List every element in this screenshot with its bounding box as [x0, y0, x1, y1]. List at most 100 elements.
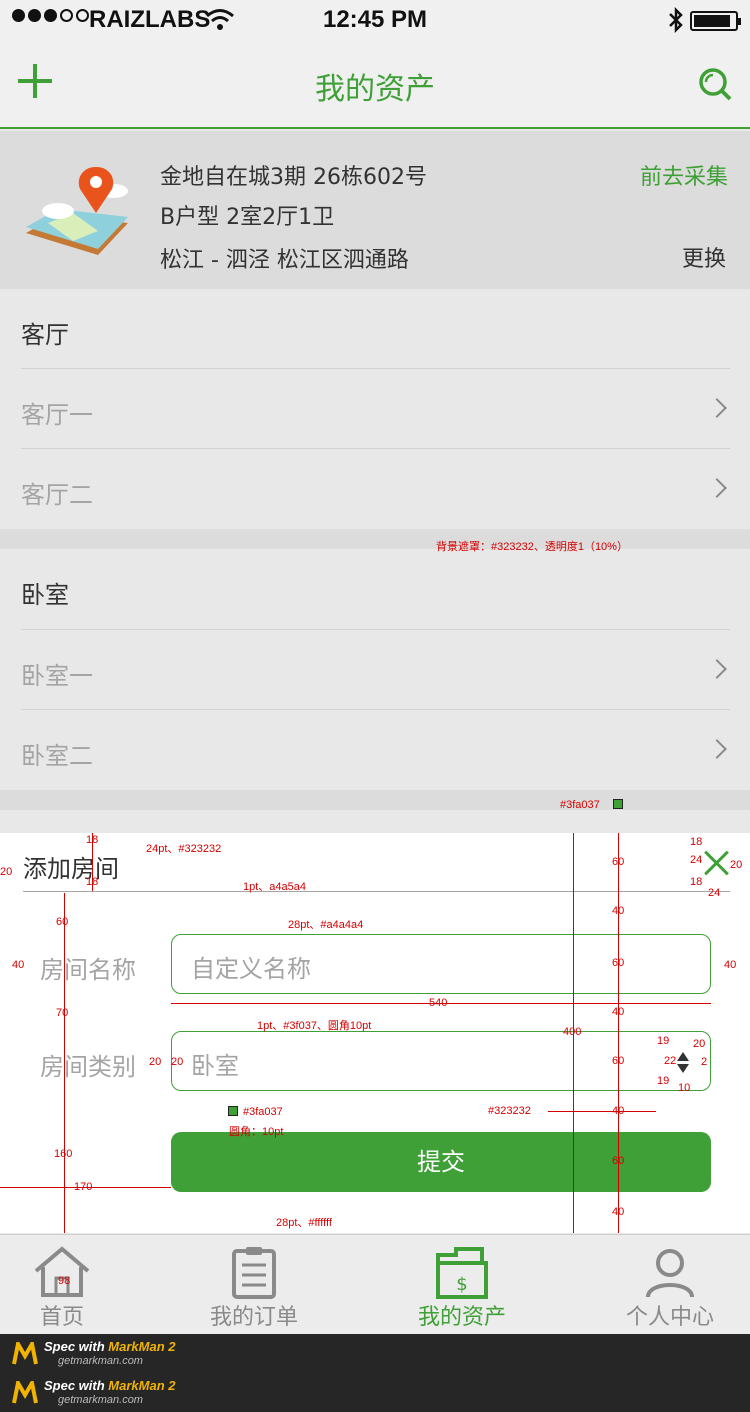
tab-label: 首页 — [39, 1305, 84, 1330]
modal-divider — [23, 891, 730, 892]
markman-logo-icon — [12, 1381, 38, 1404]
annotation-measure: 40 — [612, 1206, 625, 1218]
tab-label: 我的资产 — [417, 1305, 506, 1330]
section-title: 卧室 — [21, 581, 69, 609]
user-icon — [646, 1249, 694, 1298]
color-swatch — [613, 799, 623, 809]
annotation-border: 1pt、#3f037、圆角10pt — [257, 1020, 372, 1032]
footer-site: getmarkman.com — [58, 1394, 143, 1406]
footer-spec-text: Spec with — [44, 1378, 109, 1393]
annotation-measure: 98 — [58, 1275, 71, 1287]
section-divider — [0, 529, 750, 549]
annotation-button-radius: 圆角：10pt — [229, 1126, 284, 1138]
list-item[interactable]: 客厅一 — [21, 368, 730, 448]
briefcase-dollar-icon: $ — [436, 1247, 488, 1299]
home-icon — [34, 1246, 90, 1297]
annotation-measure: 19 — [657, 1075, 670, 1087]
address-card: 金地自在城3期 26栋602号 B户型 2室2厅1卫 松江 - 泗泾 松江区泗通… — [0, 131, 750, 289]
list-item[interactable]: 卧室一 — [21, 629, 730, 709]
battery-icon — [690, 11, 741, 31]
annotation-mask: 背景遮罩：#323232、透明度1（10%） — [436, 541, 628, 553]
tab-orders[interactable]: 我的订单 — [184, 1235, 324, 1335]
tab-label: 我的订单 — [209, 1305, 298, 1330]
section-title: 客厅 — [21, 321, 69, 349]
room-name-input[interactable]: 自定义名称 — [171, 934, 711, 994]
submit-button[interactable]: 提交 — [171, 1132, 711, 1192]
list-item[interactable]: 卧室二 — [21, 709, 730, 789]
annotation-measure: 540 — [429, 997, 448, 1009]
annotation-button-color: #3fa037 — [243, 1106, 283, 1118]
annotation-measure: 18 — [86, 834, 99, 846]
footer-site: getmarkman.com — [58, 1355, 143, 1367]
tab-bar: 首页 我的订单 $ 我的资产 个人中心 98 — [0, 1234, 750, 1334]
annotation-measure: 60 — [612, 1155, 625, 1167]
annotation-measure: 24 — [690, 854, 703, 866]
section-divider — [0, 790, 750, 810]
tab-profile[interactable]: 个人中心 — [600, 1235, 740, 1335]
status-bar: RAIZLABS 12:45 PM — [0, 0, 750, 40]
annotation-measure: 10 — [678, 1082, 691, 1094]
collect-link[interactable]: 前去采集 — [640, 159, 728, 191]
annotation-measure: 20 — [171, 1056, 184, 1068]
annotation-measure: 20 — [693, 1038, 706, 1050]
annotation-measure: 20 — [0, 866, 13, 878]
address-community: 金地自在城3期 26栋602号 — [160, 165, 427, 190]
annotation-measure: 40 — [612, 1006, 625, 1018]
annotation-measure: 2 — [701, 1056, 708, 1068]
list-item-label: 卧室二 — [21, 742, 93, 770]
annotation-measure: 60 — [612, 1055, 625, 1067]
annotation-measure: 20 — [149, 1056, 162, 1068]
markman-footer: Spec with MarkMan 2 getmarkman.com — [0, 1373, 750, 1412]
list-item-label: 客厅一 — [21, 401, 93, 429]
status-time: 12:45 PM — [322, 6, 428, 33]
select-arrow-icon — [677, 1052, 691, 1073]
annotation-measure: 24 — [708, 887, 721, 899]
tab-label: 个人中心 — [625, 1305, 714, 1330]
chevron-right-icon — [707, 478, 727, 498]
tab-assets[interactable]: $ 我的资产 — [392, 1235, 532, 1335]
change-link[interactable]: 更换 — [682, 241, 726, 273]
annotation-measure: 60 — [56, 916, 69, 928]
annotation-measure: 18 — [690, 836, 703, 848]
footer-brand: MarkMan 2 — [108, 1339, 176, 1354]
list-item-label: 卧室一 — [21, 662, 93, 690]
annotation-measure: 170 — [74, 1181, 93, 1193]
section-living-room: 客厅 客厅一 客厅二 — [0, 289, 750, 529]
annotation-measure: 40 — [612, 1105, 625, 1117]
room-type-select[interactable]: 卧室 — [171, 1031, 711, 1091]
list-item-label: 客厅二 — [21, 481, 93, 509]
annotation-measure: 18 — [86, 876, 99, 888]
room-name-label: 房间名称 — [40, 956, 136, 984]
annotation-measure: 40 — [724, 959, 737, 971]
annotation-divider: 1pt、a4a5a4 — [243, 881, 306, 893]
annotation-measure: 18 — [690, 876, 703, 888]
markman-footer: Spec with MarkMan 2 getmarkman.com — [0, 1334, 750, 1373]
modal-title: 添加房间 — [23, 855, 119, 883]
annotation-button-font: 28pt、#ffffff — [276, 1217, 332, 1229]
annotation-input-font: 28pt、#a4a4a4 — [288, 919, 364, 931]
clipboard-icon — [232, 1247, 276, 1299]
room-name-placeholder: 自定义名称 — [191, 955, 311, 983]
address-location: 松江 - 泗泾 松江区泗通路 — [160, 248, 409, 273]
list-item[interactable]: 客厅二 — [21, 448, 730, 528]
room-type-value: 卧室 — [191, 1052, 239, 1080]
address-layout: B户型 2室2厅1卫 — [160, 205, 335, 230]
footer-brand: MarkMan 2 — [108, 1378, 176, 1393]
annotation-close-color: #3fa037 — [560, 799, 600, 811]
page-title: 我的资产 — [315, 72, 435, 107]
annotation-measure: 60 — [612, 957, 625, 969]
chevron-right-icon — [707, 739, 727, 759]
markman-logo-icon — [12, 1342, 38, 1365]
annotation-measure: 22 — [664, 1055, 677, 1067]
annotation-title-font: 24pt、#323232 — [146, 843, 222, 855]
color-swatch — [228, 1106, 238, 1116]
search-icon[interactable] — [697, 66, 733, 102]
chevron-right-icon — [707, 398, 727, 418]
annotation-measure: 70 — [56, 1007, 69, 1019]
svg-text:$: $ — [456, 1274, 467, 1295]
annotation-measure: 20 — [730, 859, 743, 871]
close-icon[interactable] — [704, 851, 728, 875]
annotation-measure: 400 — [563, 1026, 582, 1038]
nav-bar: 我的资产 — [0, 40, 750, 129]
room-type-label: 房间类别 — [40, 1053, 136, 1081]
